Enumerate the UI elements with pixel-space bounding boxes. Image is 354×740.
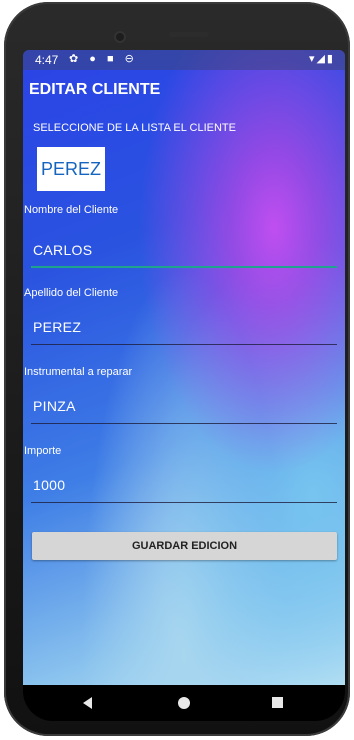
client-spinner-value: PEREZ — [40, 158, 101, 179]
first-name-value: CARLOS — [33, 242, 93, 258]
notification-icons: ✿ ● ■ ⊖ — [69, 53, 138, 65]
instrument-field[interactable]: PINZA — [31, 392, 337, 424]
first-name-label: Nombre del Cliente — [24, 204, 119, 216]
status-bar: 4:47 ✿ ● ■ ⊖ ▾◢▮ — [23, 50, 345, 70]
earpiece-speaker — [169, 32, 209, 37]
last-name-underline — [31, 344, 337, 345]
back-icon[interactable] — [83, 697, 92, 709]
page-title: EDITAR CLIENTE — [29, 81, 161, 98]
first-name-field[interactable]: CARLOS — [31, 236, 337, 268]
first-name-underline — [31, 266, 337, 268]
app-screen: 4:47 ✿ ● ■ ⊖ ▾◢▮ EDITAR CLIENTE SELECCIO… — [23, 50, 345, 685]
status-time: 4:47 — [35, 53, 59, 67]
home-icon[interactable] — [178, 697, 190, 709]
amount-label: Importe — [24, 445, 62, 457]
signal-battery-icons: ▾◢▮ — [308, 53, 335, 65]
client-spinner[interactable]: PEREZ — [37, 147, 105, 191]
instrument-underline — [31, 423, 337, 424]
select-client-instruction: SELECCIONE DE LA LISTA EL CLIENTE — [33, 122, 236, 134]
front-camera — [114, 31, 126, 43]
save-edit-button[interactable]: GUARDAR EDICION — [32, 532, 337, 560]
last-name-value: PEREZ — [33, 319, 82, 335]
instrument-label: Instrumental a reparar — [24, 366, 133, 378]
last-name-label: Apellido del Cliente — [24, 287, 119, 299]
amount-field[interactable]: 1000 — [31, 471, 337, 503]
amount-value: 1000 — [33, 477, 66, 493]
recents-icon[interactable] — [272, 697, 283, 708]
instrument-value: PINZA — [33, 398, 76, 414]
navigation-bar — [23, 685, 345, 721]
amount-underline — [31, 502, 337, 503]
last-name-field[interactable]: PEREZ — [31, 313, 337, 345]
